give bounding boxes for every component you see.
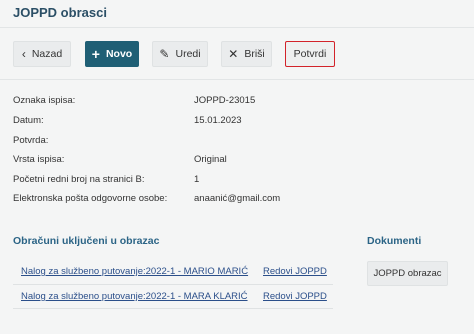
plus-icon: +: [91, 46, 100, 62]
field-label: Potvrda:: [13, 135, 49, 146]
edit-button[interactable]: ✎ Uredi: [152, 41, 208, 67]
delete-button[interactable]: ✕ Briši: [221, 41, 272, 67]
field-value: anaanić@gmail.com: [194, 193, 281, 204]
field-label: Oznaka ispisa:: [13, 95, 76, 106]
chevron-left-icon: ‹: [21, 47, 26, 61]
calculation-type-link[interactable]: Redovi JOPPD: [263, 266, 327, 277]
field-value: 15.01.2023: [194, 115, 242, 126]
field-value: Original: [194, 154, 227, 165]
joppd-document-button[interactable]: JOPPD obrazac: [367, 261, 448, 286]
new-button[interactable]: + Novo: [85, 41, 139, 67]
documents-title: Dokumenti: [367, 235, 422, 247]
calculation-link[interactable]: Nalog za službeno putovanje:2022-1 - MAR…: [21, 291, 248, 302]
field-label: Vrsta ispisa:: [13, 154, 65, 165]
header-divider: [0, 27, 474, 28]
calculation-link[interactable]: Nalog za službeno putovanje:2022-1 - MAR…: [21, 266, 248, 277]
back-button[interactable]: ‹ Nazad: [13, 41, 71, 67]
field-value: JOPPD-23015: [194, 95, 256, 106]
close-icon: ✕: [228, 47, 239, 61]
confirm-button[interactable]: Potvrdi: [285, 41, 335, 67]
row-divider: [13, 284, 333, 285]
calculation-type-link[interactable]: Redovi JOPPD: [263, 291, 327, 302]
toolbar-divider: [0, 79, 474, 80]
field-value: 1: [194, 174, 200, 185]
page-title: JOPPD obrasci: [13, 5, 107, 20]
field-label: Datum:: [13, 115, 44, 126]
pencil-icon: ✎: [159, 47, 170, 61]
field-label: Elektronska pošta odgovorne osobe:: [13, 193, 168, 204]
field-label: Početni redni broj na stranici B:: [13, 174, 145, 185]
calculations-title: Obračuni uključeni u obrazac: [13, 235, 160, 247]
row-divider: [13, 308, 333, 309]
